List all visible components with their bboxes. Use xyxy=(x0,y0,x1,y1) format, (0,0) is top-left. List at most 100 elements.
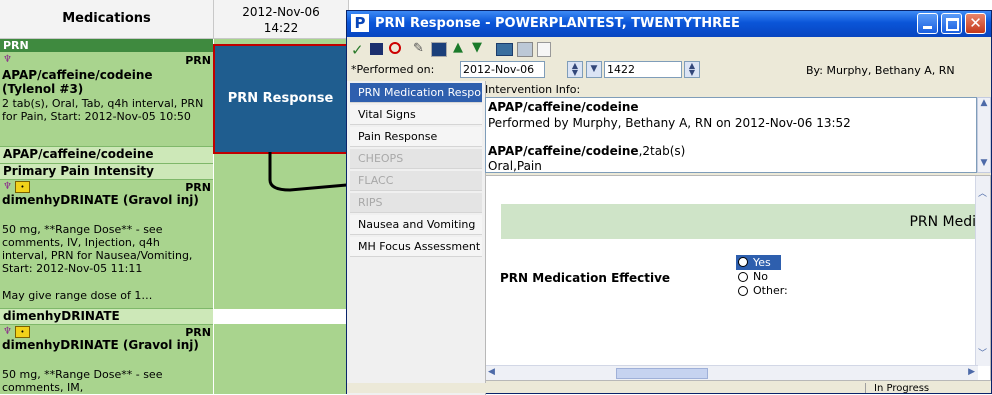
time-header-date: 2012-Nov-06 xyxy=(242,5,320,19)
scroll-up-icon[interactable]: ︿ xyxy=(978,186,987,199)
medication-column: PRN ♆ PRN APAP/caffeine/codeine (Tylenol… xyxy=(0,39,213,394)
medication-sub-row[interactable]: APAP/caffeine/codeine xyxy=(0,146,213,163)
pill-icon: ♆ xyxy=(3,181,12,192)
time-column-header[interactable]: 2012-Nov-06 14:22 xyxy=(214,0,349,39)
cancel-icon[interactable] xyxy=(389,42,401,54)
dialog-toolbar: ✓ ✎ ▲ ▼ xyxy=(347,37,991,59)
scroll-right-icon[interactable]: ▶ xyxy=(968,367,975,377)
radio-no[interactable]: No xyxy=(736,270,796,284)
radio-no-circle xyxy=(738,272,748,282)
prn-label: PRN xyxy=(185,54,211,67)
intervention-scrollbar[interactable]: ▲ ▼ xyxy=(977,97,991,173)
nav-prn-medication-response[interactable]: PRN Medication Response xyxy=(350,83,482,103)
nav-pain-response[interactable]: Pain Response xyxy=(350,127,482,147)
nav-vital-signs[interactable]: Vital Signs xyxy=(350,105,482,125)
radio-yes-circle xyxy=(738,257,748,267)
prn-response-label: PRN Response xyxy=(227,91,334,106)
medication-name: APAP/caffeine/codeine xyxy=(2,68,153,82)
medications-column-header[interactable]: Medications xyxy=(0,0,214,39)
dialog-title-bar[interactable]: P PRN Response - POWERPLANTEST, TWENTYTH… xyxy=(347,11,991,37)
sub-row-name: dimenhyDRINATE xyxy=(3,309,120,323)
range-dose-icon: • xyxy=(15,181,30,193)
intervention-route: Oral,Pain xyxy=(488,159,542,173)
medication-details: 50 mg, **Range Dose** - see comments, IM… xyxy=(2,368,163,394)
section-header-title: PRN Medi xyxy=(909,214,976,230)
intervention-info-label: Intervention Info: xyxy=(485,83,581,96)
form-vertical-scrollbar[interactable]: ︿ ﹀ xyxy=(975,176,990,366)
sign-checkmark-icon[interactable]: ✓ xyxy=(351,41,369,59)
status-text: In Progress xyxy=(865,383,944,393)
nav-nausea-and-vomiting[interactable]: Nausea and Vomiting xyxy=(350,215,482,235)
app-icon: P xyxy=(351,14,369,32)
intervention-dose-med-name: APAP/caffeine/codeine xyxy=(488,144,639,158)
medication-row[interactable]: ♆ • PRN dimenhyDRINATE (Gravol inj) 50 m… xyxy=(0,179,213,308)
assessment-row[interactable]: Primary Pain Intensity xyxy=(0,163,213,179)
form-horizontal-scrollbar[interactable]: ◀ ▶ xyxy=(486,365,978,380)
radio-other[interactable]: Other: xyxy=(736,284,806,298)
medication-row[interactable]: ♆ PRN APAP/caffeine/codeine (Tylenol #3)… xyxy=(0,52,213,146)
scroll-up-icon[interactable]: ▲ xyxy=(978,98,990,112)
maximize-icon xyxy=(946,18,959,31)
scroll-down-icon[interactable]: ▼ xyxy=(978,158,990,172)
minimize-button[interactable] xyxy=(917,13,938,34)
section-header: PRN Medi xyxy=(501,204,976,239)
medication-brand: (Tylenol #3) xyxy=(2,82,84,96)
form-panel: PRN Medi PRN Medication Effective Yes No… xyxy=(485,175,991,381)
performed-by-label: By: Murphy, Bethany A, RN xyxy=(806,64,955,77)
document-icon[interactable] xyxy=(537,42,551,57)
medication-sub-row[interactable]: dimenhyDRINATE xyxy=(0,308,213,324)
radio-other-label: Other: xyxy=(753,284,788,297)
nav-cheops[interactable]: CHEOPS xyxy=(350,149,482,169)
close-button[interactable]: ✕ xyxy=(965,13,986,34)
prn-response-cell[interactable]: PRN Response xyxy=(213,44,348,154)
performed-date-input[interactable]: 2012-Nov-06 xyxy=(460,61,545,78)
sub-row-name: APAP/caffeine/codeine xyxy=(3,147,154,161)
time-spinner-button[interactable]: ▲ ▼ xyxy=(684,61,700,78)
medication-details: 2 tab(s), Oral, Tab, q4h interval, PRN f… xyxy=(2,97,204,123)
medication-name: dimenhyDRINATE (Gravol inj) xyxy=(2,193,199,207)
nav-mh-focus-assessment[interactable]: MH Focus Assessment xyxy=(350,237,482,257)
minimize-icon xyxy=(923,26,932,29)
pill-icon: ♆ xyxy=(3,326,12,337)
save-icon[interactable] xyxy=(370,43,383,55)
date-spinner-button[interactable]: ▲ ▼ xyxy=(567,61,583,78)
clear-icon[interactable]: ✎ xyxy=(413,41,431,57)
close-icon: ✕ xyxy=(969,14,982,32)
intervention-med-name: APAP/caffeine/codeine xyxy=(488,100,639,114)
intervention-dose: APAP/caffeine/codeine,2tab(s) xyxy=(488,144,685,158)
grid-icon[interactable] xyxy=(517,42,533,57)
effective-radio-group: Yes No Other: xyxy=(736,255,806,298)
status-bar: In Progress xyxy=(347,383,991,393)
medication-note: May give range dose of 1… xyxy=(2,289,153,302)
scroll-thumb[interactable] xyxy=(616,368,708,379)
radio-no-label: No xyxy=(753,270,768,283)
previous-arrow-icon[interactable]: ▲ xyxy=(453,40,471,56)
intervention-dose-amount: ,2tab(s) xyxy=(638,144,686,158)
range-dose-icon: • xyxy=(15,326,30,338)
date-dropdown-button[interactable]: ▼ xyxy=(586,61,602,78)
intervention-performed-by: Performed by Murphy, Bethany A, RN on 20… xyxy=(488,116,851,130)
prn-response-dialog: P PRN Response - POWERPLANTEST, TWENTYTH… xyxy=(346,10,992,395)
assessment-label: Primary Pain Intensity xyxy=(3,164,154,178)
next-arrow-icon[interactable]: ▼ xyxy=(472,40,490,56)
scroll-down-icon[interactable]: ﹀ xyxy=(978,346,987,359)
scroll-left-icon[interactable]: ◀ xyxy=(488,367,495,377)
nav-rips[interactable]: RIPS xyxy=(350,193,482,213)
radio-yes[interactable]: Yes xyxy=(736,255,781,270)
section-nav: PRN Medication Response Vital Signs Pain… xyxy=(347,81,486,395)
prn-section-header: PRN xyxy=(0,39,213,52)
time-cell[interactable] xyxy=(214,309,348,324)
intervention-info-box[interactable]: APAP/caffeine/codeine Performed by Murph… xyxy=(485,97,977,173)
calculator-icon[interactable] xyxy=(496,43,513,56)
time-header-time: 14:22 xyxy=(263,21,299,35)
dialog-title: PRN Response - POWERPLANTEST, TWENTYTHRE… xyxy=(375,16,740,31)
question-label: PRN Medication Effective xyxy=(500,271,671,285)
calendar-icon[interactable] xyxy=(431,42,447,57)
medication-details: 50 mg, **Range Dose** - see comments, IV… xyxy=(2,223,193,275)
medication-row[interactable]: ♆ • PRN dimenhyDRINATE (Gravol inj) 50 m… xyxy=(0,324,213,395)
performed-time-input[interactable]: 1422 xyxy=(604,61,682,78)
nav-flacc[interactable]: FLACC xyxy=(350,171,482,191)
maximize-button[interactable] xyxy=(941,13,962,34)
performed-on-label: *Performed on: xyxy=(351,63,435,76)
pill-icon: ♆ xyxy=(3,54,12,65)
